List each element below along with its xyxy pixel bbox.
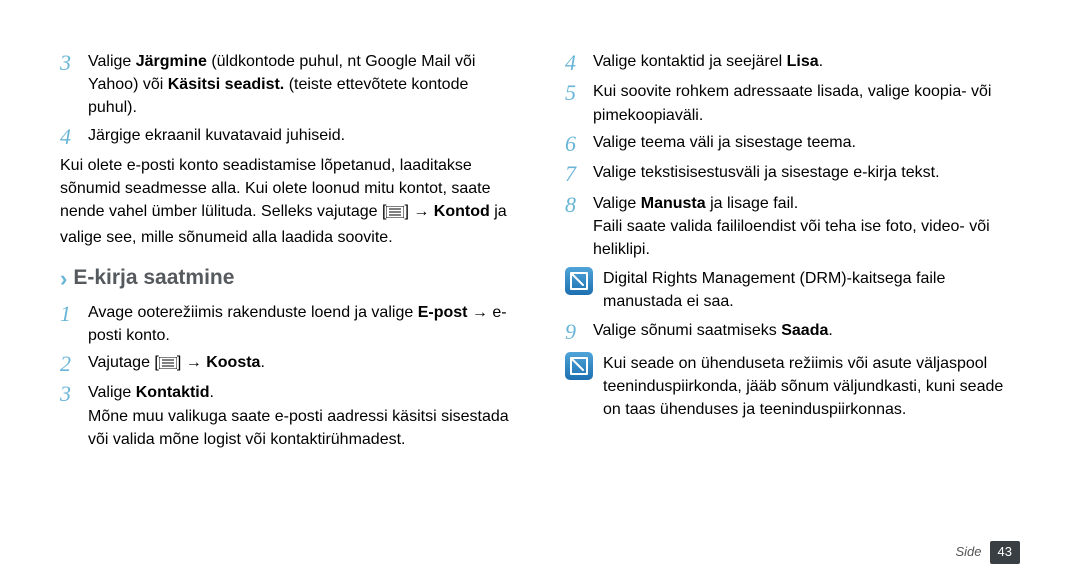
bold-text: Kontaktid	[136, 384, 210, 401]
send-step-3-extra: Mõne muu valikuga saate e-posti aadressi…	[88, 405, 515, 451]
page-footer: Side 43	[956, 541, 1021, 564]
send-step-8-extra: Faili saate valida faililoendist või teh…	[593, 215, 1020, 261]
send-step-1: 1 Avage ooterežiimis rakenduste loend ja…	[60, 301, 515, 347]
send-step-3: 3 Valige Kontaktid. Mõne muu valikuga sa…	[60, 381, 515, 451]
heading-text: E-kirja saatmine	[73, 263, 234, 293]
note-drm-text: Digital Rights Management (DRM)-kaitsega…	[603, 267, 1020, 313]
send-step-8: 8 Valige Manusta ja lisage fail. Faili s…	[565, 192, 1020, 262]
note-offline-text: Kui seade on ühenduseta režiimis või asu…	[603, 352, 1020, 422]
text: Valige	[88, 53, 136, 70]
send-step-2: 2 Vajutage [ ] → Koosta.	[60, 351, 515, 377]
send-step-7: 7 Valige tekstisisestusväli ja sisestage…	[565, 161, 1020, 187]
paragraph-after-setup: Kui olete e-posti konto seadistamise lõp…	[60, 154, 515, 249]
step-number-3b: 3	[60, 381, 88, 407]
note-icon	[565, 352, 593, 380]
step-number-5: 5	[565, 80, 593, 106]
left-column: 3 Valige Järgmine (üldkontode puhul, nt …	[60, 50, 515, 455]
two-column-layout: 3 Valige Järgmine (üldkontode puhul, nt …	[60, 50, 1020, 455]
text: ja lisage fail.	[706, 195, 799, 212]
send-step-9-text: Valige sõnumi saatmiseks Saada.	[593, 319, 1020, 342]
text: .	[260, 354, 264, 371]
step-number-7: 7	[565, 161, 593, 187]
note-offline: Kui seade on ühenduseta režiimis või asu…	[565, 352, 1020, 422]
text: Vajutage [	[88, 354, 159, 371]
step-4: 4 Järgige ekraanil kuvatavaid juhiseid.	[60, 124, 515, 150]
step-number-1: 1	[60, 301, 88, 327]
send-step-5-text: Kui soovite rohkem adressaate lisada, va…	[593, 80, 1020, 126]
send-step-7-text: Valige tekstisisestusväli ja sisestage e…	[593, 161, 1020, 184]
footer-label: Side	[956, 543, 982, 562]
bold-text: Käsitsi seadist.	[168, 76, 285, 93]
bold-text: Lisa	[787, 53, 819, 70]
step-number-9: 9	[565, 319, 593, 345]
menu-icon	[386, 202, 404, 225]
send-step-5: 5 Kui soovite rohkem adressaate lisada, …	[565, 80, 1020, 126]
send-step-6: 6 Valige teema väli ja sisestage teema.	[565, 131, 1020, 157]
send-step-2-text: Vajutage [ ] → Koosta.	[88, 351, 515, 376]
bold-text: Saada	[781, 322, 828, 339]
send-step-1-text: Avage ooterežiimis rakenduste loend ja v…	[88, 301, 515, 347]
menu-icon	[159, 353, 177, 376]
step-number-4: 4	[60, 124, 88, 150]
step-4-text: Järgige ekraanil kuvatavaid juhiseid.	[88, 124, 515, 147]
send-step-3-text: Valige Kontaktid. Mõne muu valikuga saat…	[88, 381, 515, 451]
bold-text: E-post	[418, 304, 468, 321]
heading-ekirja-saatmine: › E-kirja saatmine	[60, 263, 515, 295]
step-number-6: 6	[565, 131, 593, 157]
note-drm: Digital Rights Management (DRM)-kaitsega…	[565, 267, 1020, 313]
step-number-8: 8	[565, 192, 593, 218]
step-number-2: 2	[60, 351, 88, 377]
bold-text: Järgmine	[136, 53, 207, 70]
bold-text: Manusta	[641, 195, 706, 212]
text: ] →	[177, 354, 206, 371]
text: .	[210, 384, 214, 401]
send-step-8-text: Valige Manusta ja lisage fail. Faili saa…	[593, 192, 1020, 262]
send-step-6-text: Valige teema väli ja sisestage teema.	[593, 131, 1020, 154]
step-number-3: 3	[60, 50, 88, 76]
step-3-text: Valige Järgmine (üldkontode puhul, nt Go…	[88, 50, 515, 120]
note-icon	[565, 267, 593, 295]
text: Valige	[88, 384, 136, 401]
text: Valige kontaktid ja seejärel	[593, 53, 787, 70]
text: Valige sõnumi saatmiseks	[593, 322, 781, 339]
step-number-4b: 4	[565, 50, 593, 76]
chevron-right-icon: ›	[60, 263, 67, 295]
text: .	[828, 322, 832, 339]
text: ] →	[404, 203, 433, 220]
send-step-4: 4 Valige kontaktid ja seejärel Lisa.	[565, 50, 1020, 76]
page-number-badge: 43	[990, 541, 1020, 564]
text: Avage ooterežiimis rakenduste loend ja v…	[88, 304, 418, 321]
step-3: 3 Valige Järgmine (üldkontode puhul, nt …	[60, 50, 515, 120]
bold-text: Kontod	[434, 203, 490, 220]
send-step-4-text: Valige kontaktid ja seejärel Lisa.	[593, 50, 1020, 73]
bold-text: Koosta	[206, 354, 260, 371]
send-step-9: 9 Valige sõnumi saatmiseks Saada.	[565, 319, 1020, 345]
text: .	[819, 53, 823, 70]
right-column: 4 Valige kontaktid ja seejärel Lisa. 5 K…	[565, 50, 1020, 455]
text: Valige	[593, 195, 641, 212]
